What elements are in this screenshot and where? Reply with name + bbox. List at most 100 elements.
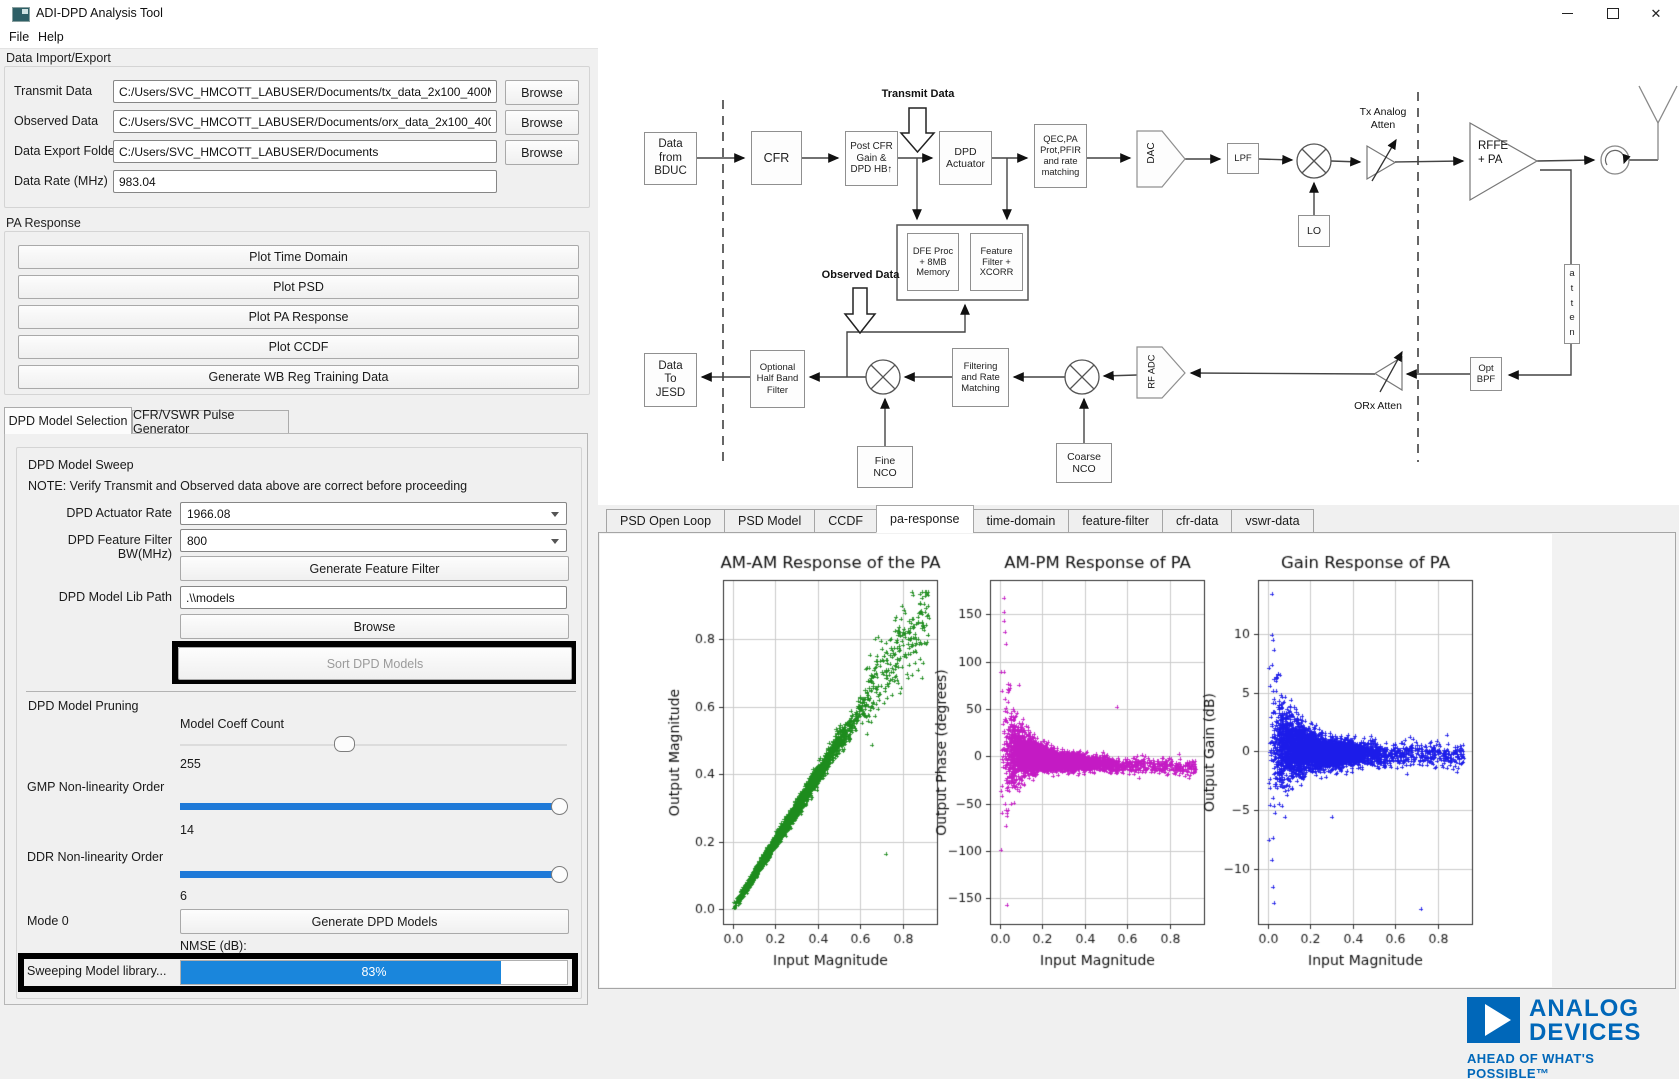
node-rffe-label: RFFE + PA — [1478, 140, 1520, 168]
tab-feature-filter[interactable]: feature-filter — [1068, 509, 1163, 533]
node-dac-label: DAC — [1146, 135, 1158, 171]
titlebar: ADI-DPD Analysis Tool ✕ — [0, 0, 1679, 27]
divider — [26, 691, 576, 692]
plot-psd-button[interactable]: Plot PSD — [18, 275, 579, 299]
filter-bw-label: DPD Feature Filter BW(MHz) — [20, 533, 172, 561]
lib-path-label: DPD Model Lib Path — [20, 590, 172, 604]
actuator-rate-label: DPD Actuator Rate — [20, 506, 172, 520]
data-rate-input[interactable] — [113, 170, 497, 193]
observed-data-arrow-icon — [845, 288, 875, 333]
minimize-icon — [1562, 13, 1573, 14]
tab-ccdf[interactable]: CCDF — [814, 509, 877, 533]
dac-icon — [1137, 131, 1185, 187]
filter-bw-value: 800 — [187, 534, 207, 548]
plot-time-domain-button[interactable]: Plot Time Domain — [18, 245, 579, 269]
sort-dpd-models-button[interactable]: Sort DPD Models — [178, 647, 572, 680]
ddr-slider-fill — [180, 871, 554, 878]
observed-data-label: Observed Data — [813, 269, 908, 282]
menu-help[interactable]: Help — [38, 30, 64, 44]
chevron-down-icon — [551, 512, 559, 517]
plot-pa-response-button[interactable]: Plot PA Response — [18, 305, 579, 329]
lib-path-input[interactable] — [180, 586, 567, 609]
tab-cfr-vswr[interactable]: CFR/VSWR Pulse Generator — [132, 410, 289, 434]
observed-browse-button[interactable]: Browse — [505, 110, 579, 135]
node-atten: a t t e n — [1564, 264, 1580, 344]
am-pm-scatter-canvas — [917, 538, 1217, 970]
antenna-icon — [1639, 86, 1677, 160]
menubar: File Help — [0, 27, 1679, 49]
node-data-to-jesd: Data To JESD — [644, 353, 697, 407]
menu-file[interactable]: File — [9, 30, 29, 44]
app-window: ADI-DPD Analysis Tool ✕ File Help Data I… — [0, 0, 1679, 1079]
observed-data-label: Observed Data — [14, 114, 98, 128]
sweep-title: DPD Model Sweep — [28, 458, 134, 472]
tab-time-domain[interactable]: time-domain — [973, 509, 1070, 533]
transmit-browse-button[interactable]: Browse — [505, 80, 579, 105]
transmit-data-label: Transmit Data — [14, 84, 92, 98]
generate-wb-reg-button[interactable]: Generate WB Reg Training Data — [18, 365, 579, 389]
plot-ccdf-button[interactable]: Plot CCDF — [18, 335, 579, 359]
node-opt-bpf: Opt BPF — [1470, 357, 1502, 391]
ddr-order-label: DDR Non-linearity Order — [27, 850, 163, 864]
circulator-icon — [1601, 146, 1629, 174]
data-rate-label: Data Rate (MHz) — [14, 174, 108, 188]
gmp-slider-thumb[interactable] — [551, 798, 568, 815]
node-orx-atten-label: ORx Atten — [1348, 400, 1408, 413]
orx-atten-amp-icon — [1375, 357, 1402, 390]
observed-data-input[interactable] — [113, 110, 497, 133]
tx-atten-amp-icon — [1367, 146, 1395, 179]
progress-label: Sweeping Model library... — [27, 964, 166, 978]
tab-dpd-model-selection[interactable]: DPD Model Selection — [4, 407, 132, 434]
node-dfe-proc: DFE Proc + 8MB Memory — [907, 233, 959, 291]
group-label-pa-response: PA Response — [6, 216, 81, 230]
node-lo: LO — [1298, 215, 1330, 247]
pruning-label: DPD Model Pruning — [28, 699, 138, 713]
node-qec: QEC,PA Prot,PFIR and rate matching — [1034, 124, 1087, 188]
coeff-count-value: 255 — [180, 757, 201, 771]
am-am-scatter-canvas — [650, 538, 950, 970]
filter-bw-combobox[interactable]: 800 — [180, 529, 567, 552]
ddr-order-value: 6 — [180, 889, 187, 903]
adi-logo-icon — [1467, 997, 1520, 1043]
coeff-slider-thumb[interactable] — [334, 736, 355, 752]
actuator-rate-combobox[interactable]: 1966.08 — [180, 502, 567, 525]
gain-scatter-canvas — [1185, 538, 1485, 970]
app-icon — [12, 7, 30, 22]
node-cfr: CFR — [751, 131, 802, 185]
tab-pa-response[interactable]: pa-response — [876, 505, 974, 533]
rf-adc-icon — [1137, 347, 1185, 398]
maximize-icon — [1607, 8, 1619, 19]
close-icon: ✕ — [1651, 6, 1662, 22]
gmp-order-label: GMP Non-linearity Order — [27, 780, 164, 794]
maximize-button[interactable] — [1590, 0, 1636, 27]
export-folder-input[interactable] — [113, 140, 497, 163]
logo-line1: ANALOG — [1529, 997, 1639, 1021]
nmse-label: NMSE (dB): — [180, 939, 247, 953]
transmit-data-input[interactable] — [113, 80, 497, 103]
diagram-svg — [598, 48, 1679, 505]
transmit-data-label: Transmit Data — [868, 88, 968, 101]
gmp-slider-fill — [180, 803, 554, 810]
ddr-slider-thumb[interactable] — [551, 866, 568, 883]
close-button[interactable]: ✕ — [1633, 0, 1679, 27]
minimize-button[interactable] — [1544, 0, 1590, 27]
export-browse-button[interactable]: Browse — [505, 140, 579, 165]
group-label-import-export: Data Import/Export — [6, 51, 111, 65]
generate-dpd-models-button[interactable]: Generate DPD Models — [180, 909, 569, 934]
tab-cfr-data[interactable]: cfr-data — [1162, 509, 1232, 533]
tab-psd-open-loop[interactable]: PSD Open Loop — [606, 509, 725, 533]
node-fine-nco: Fine NCO — [857, 446, 913, 488]
generate-feature-filter-button[interactable]: Generate Feature Filter — [180, 556, 569, 581]
coarse-mixer-icon — [1065, 360, 1099, 394]
window-title: ADI-DPD Analysis Tool — [36, 6, 163, 20]
tab-psd-model[interactable]: PSD Model — [724, 509, 815, 533]
logo-tagline: AHEAD OF WHAT'S POSSIBLE™ — [1467, 1051, 1679, 1079]
tab-vswr-data[interactable]: vswr-data — [1231, 509, 1313, 533]
coeff-slider-track[interactable] — [180, 744, 567, 746]
node-dpd-actuator: DPD Actuator — [939, 131, 992, 185]
node-rf-adc-label: RF ADC — [1146, 348, 1157, 396]
lib-browse-button[interactable]: Browse — [180, 614, 569, 639]
node-optional-hbf: Optional Half Band Filter — [750, 350, 805, 408]
node-coarse-nco: Coarse NCO — [1056, 443, 1112, 483]
transmit-data-arrow-icon — [901, 108, 934, 152]
